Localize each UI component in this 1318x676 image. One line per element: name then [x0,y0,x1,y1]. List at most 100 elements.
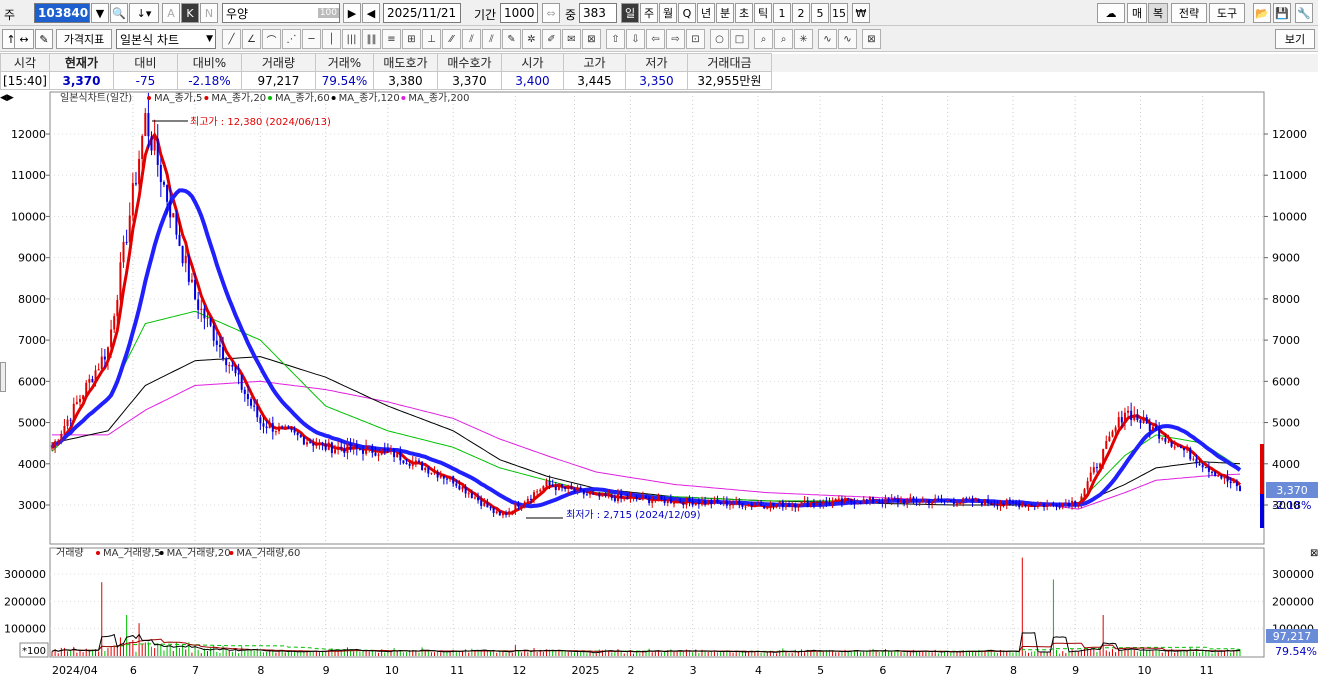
pencil-icon[interactable]: ✎ [502,29,521,49]
up-icon[interactable]: ⇧ [606,29,625,49]
candle-body [685,497,688,505]
cloud-icon[interactable]: ☁ [1097,3,1125,23]
stock-name-field[interactable]: 우양 100 [222,3,340,23]
interval-button-7[interactable]: 틱 [754,3,772,23]
candle-body [467,493,470,495]
interval-button-4[interactable]: 년 [697,3,715,23]
period-input[interactable]: 1000 [500,3,538,23]
vline-icon[interactable]: │ [322,29,341,49]
export-icon[interactable]: ⊡ [686,29,705,49]
next-stock-button[interactable]: ▶ [343,3,361,23]
header-change-pct: 대비% [176,53,242,72]
wave2-icon[interactable]: ∿ [838,29,857,49]
interval-button-2[interactable]: 월 [659,3,677,23]
candle-body [175,213,178,235]
prev-stock-button[interactable]: ◀ [362,3,380,23]
buy-sell-button[interactable]: 매 [1127,3,1147,23]
ortho-icon[interactable]: ⊥ [422,29,441,49]
header-filler [771,53,1318,72]
save-icon[interactable]: 💾 [1273,3,1291,23]
angle-line-icon[interactable]: ∠ [242,29,261,49]
interval-button-8[interactable]: 1 [773,3,791,23]
star-icon[interactable]: ✲ [522,29,541,49]
candle-body [113,316,116,330]
candle-body [1027,504,1030,507]
panel-toggle-icon[interactable]: ◀▶ [0,93,14,103]
x-tick-label: 9 [1072,664,1079,676]
stock-chart[interactable]: 3000 30004000 40005000 50006000 60007000 7000… [0,90,1318,676]
clear-icon[interactable]: ⊠ [862,29,881,49]
count-input[interactable]: 383 [579,3,617,23]
search-icon[interactable]: 🔍 [110,3,128,23]
candle-body [844,498,847,503]
chart-type-select[interactable]: 일본식 차트 ▼ [116,29,216,49]
candle-body [1158,428,1161,439]
interval-button-5[interactable]: 분 [716,3,734,23]
pitchfork-icon[interactable]: ⫽ [482,29,501,49]
y-tick-label-left: 7000 [18,334,46,347]
value-change-pct: -2.18% [176,71,242,90]
volume-legend-dot [96,551,100,555]
a-button[interactable]: A [162,3,180,23]
zoom-out-icon[interactable]: ⌕ [774,29,793,49]
interval-button-10[interactable]: 5 [811,3,829,23]
chevron-down-icon: ▼ [206,34,213,44]
candle-body [402,460,405,464]
candle-body [315,444,318,446]
left-icon[interactable]: ⇦ [646,29,665,49]
scroll-icon[interactable]: ⇔ [542,3,560,23]
view-button[interactable]: 보기 [1275,29,1315,49]
erase-icon[interactable]: ⊠ [582,29,601,49]
strategy-button[interactable]: 전략 [1171,3,1207,23]
grid-icon[interactable]: ⊞ [402,29,421,49]
interval-button-0[interactable]: 일 [621,3,639,23]
interval-button-11[interactable]: 15 [830,3,848,23]
sort-icon[interactable]: ↓▾ [129,3,159,23]
channel-icon[interactable]: ≡ [382,29,401,49]
candle-body [374,452,377,456]
down-icon[interactable]: ⇩ [626,29,645,49]
interval-button-1[interactable]: 주 [640,3,658,23]
circle-icon[interactable]: ○ [710,29,729,49]
zoom-in-icon[interactable]: ⌕ [754,29,773,49]
candle-body [144,113,147,137]
compound-button[interactable]: 복 [1148,3,1168,23]
interval-button-6[interactable]: 초 [735,3,753,23]
burst-icon[interactable]: ✳ [794,29,813,49]
hline-icon[interactable]: ─ [302,29,321,49]
candle-body [88,378,91,383]
interval-button-12[interactable]: ₩ [852,3,870,23]
folder-icon[interactable]: 📂 [1253,3,1271,23]
tools-button[interactable]: 도구 [1209,3,1245,23]
edit-icon[interactable]: ✎ [35,29,53,49]
candle-body [1120,417,1123,423]
right-icon[interactable]: ⇨ [666,29,685,49]
candle-body [309,442,312,444]
candle-body [977,499,980,503]
cycle-icon[interactable]: ||| [342,29,361,49]
rectangle-icon[interactable]: □ [730,29,749,49]
candle-body [996,504,999,507]
close-panel-icon[interactable]: ⊠ [1310,548,1318,559]
pen-icon[interactable]: ✐ [542,29,561,49]
interval-button-9[interactable]: 2 [792,3,810,23]
fibo-lines-icon[interactable]: ‖‖ [362,29,381,49]
n-button[interactable]: N [200,3,218,23]
text-icon[interactable]: ✉ [562,29,581,49]
stock-code-input[interactable]: 103840 [34,3,90,23]
wave-icon[interactable]: ∿ [818,29,837,49]
k-button[interactable]: K [181,3,199,23]
price-indicator-button[interactable]: 가격지표 [56,29,112,49]
left-right-icon[interactable]: ↔ [14,29,34,49]
code-dropdown-button[interactable]: ▼ [91,3,109,23]
parallel-icon[interactable]: ⁄⁄ [442,29,461,49]
line-icon[interactable]: ╱ [222,29,241,49]
fan-icon[interactable]: ⋰ [282,29,301,49]
interval-button-3[interactable]: Q [678,3,696,23]
candle-body [318,442,321,445]
side-panel-tab[interactable] [0,362,6,392]
regression-icon[interactable]: ⫽ [462,29,481,49]
date-input[interactable]: 2025/11/21 [383,3,461,23]
settings-icon[interactable]: 🔧 [1295,3,1313,23]
arc-icon[interactable]: ⌒ [262,29,281,49]
